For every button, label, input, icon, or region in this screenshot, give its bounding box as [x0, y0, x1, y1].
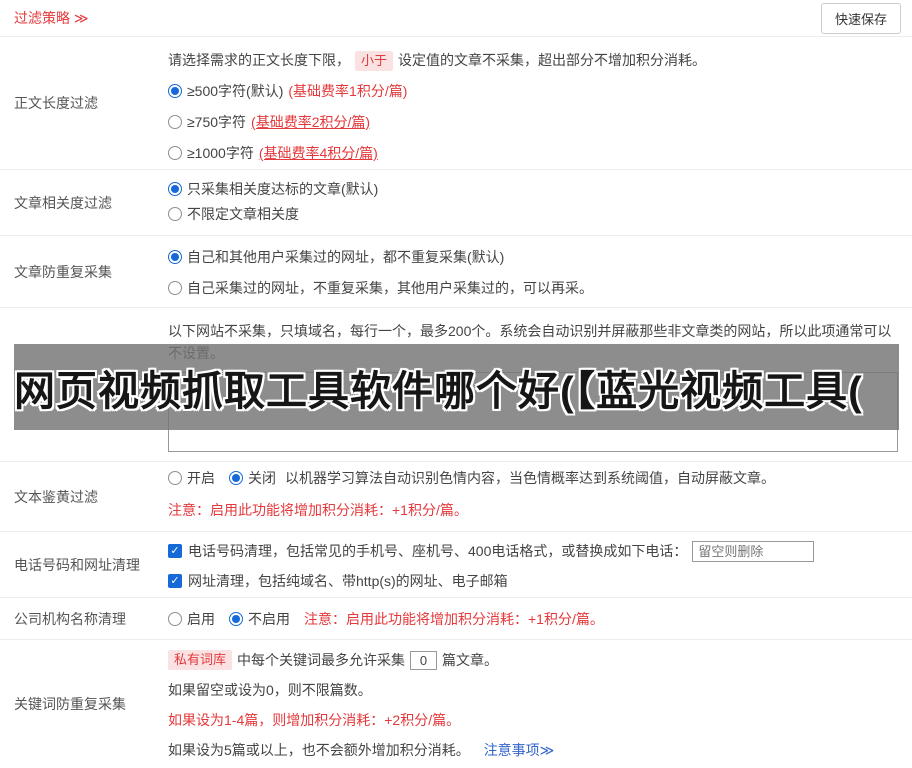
option-label: 自己和其他用户采集过的网址，都不重复采集(默认) — [187, 246, 504, 268]
dedup-option-global[interactable]: 自己和其他用户采集过的网址，都不重复采集(默认) — [168, 246, 898, 268]
length-filter-label: 正文长度过滤 — [0, 37, 168, 169]
less-than-chip: 小于 — [355, 51, 393, 71]
radio-icon — [168, 281, 182, 295]
keyword-dedup-note-1: 如果留空或设为0，则不限篇数。 — [168, 679, 898, 701]
length-option-750[interactable]: ≥750字符 (基础费率2积分/篇) — [168, 111, 898, 133]
watermark-text: 网页视频抓取工具软件哪个好(【蓝光视频工具( — [14, 357, 863, 417]
length-option-1000[interactable]: ≥1000字符 (基础费率4积分/篇) — [168, 142, 898, 164]
option-label: 启用 — [187, 608, 215, 630]
option-label: 不限定文章相关度 — [187, 203, 299, 225]
porn-filter-off-option[interactable]: 关闭 — [229, 467, 276, 489]
option-label: 自己采集过的网址，不重复采集，其他用户采集过的，可以再采。 — [187, 277, 593, 299]
radio-icon — [168, 471, 182, 485]
company-clean-off-option[interactable]: 不启用 — [229, 608, 290, 630]
page-header: 过滤策略 ≫ 快速保存 — [0, 0, 912, 37]
keyword-dedup-text-end: 篇文章。 — [442, 649, 498, 671]
option-note: (基础费率1积分/篇) — [288, 80, 407, 102]
keyword-dedup-label: 关键词防重复采集 — [0, 640, 168, 768]
option-label: ≥500字符(默认) — [187, 80, 283, 102]
radio-icon — [168, 146, 182, 160]
phone-clean-option[interactable]: 电话号码清理，包括常见的手机号、座机号、400电话格式，或替换成如下电话： — [168, 540, 898, 562]
option-label: ≥1000字符 — [187, 142, 254, 164]
porn-filter-description: 以机器学习算法自动识别色情内容，当色情概率达到系统阈值，自动屏蔽文章。 — [285, 467, 775, 489]
option-label: 不启用 — [248, 608, 290, 630]
keyword-dedup-text: 中每个关键词最多允许采集 — [237, 649, 405, 671]
row-porn-filter: 文本鉴黄过滤 开启 关闭 以机器学习算法自动识别色情内容，当色情概率达到系统阈值… — [0, 462, 912, 532]
length-filter-intro: 请选择需求的正文长度下限， 小于设定值的文章不采集，超出部分不增加积分消耗。 — [168, 49, 898, 71]
note-text: 如果设为5篇或以上，也不会额外增加积分消耗。 — [168, 742, 470, 758]
option-label: 电话号码清理，包括常见的手机号、座机号、400电话格式，或替换成如下电话： — [188, 540, 687, 562]
phone-url-clean-label: 电话号码和网址清理 — [0, 532, 168, 597]
relevance-option-strict[interactable]: 只采集相关度达标的文章(默认) — [168, 178, 898, 200]
row-keyword-dedup: 关键词防重复采集 私有词库 中每个关键词最多允许采集 篇文章。 如果留空或设为0… — [0, 640, 912, 768]
intro-text-before: 请选择需求的正文长度下限， — [168, 52, 350, 68]
keyword-dedup-note-3: 如果设为5篇或以上，也不会额外增加积分消耗。 注意事项≫ — [168, 739, 898, 761]
watermark-overlay: 网页视频抓取工具软件哪个好(【蓝光视频工具( — [14, 344, 899, 430]
company-clean-label: 公司机构名称清理 — [0, 598, 168, 639]
radio-icon — [168, 115, 182, 129]
length-option-500[interactable]: ≥500字符(默认) (基础费率1积分/篇) — [168, 80, 898, 102]
row-dedup-filter: 文章防重复采集 自己和其他用户采集过的网址，都不重复采集(默认) 自己采集过的网… — [0, 236, 912, 308]
option-label: 开启 — [187, 467, 215, 489]
keyword-dedup-note-2: 如果设为1-4篇，则增加积分消耗：+2积分/篇。 — [168, 709, 898, 731]
intro-text-after: 设定值的文章不采集，超出部分不增加积分消耗。 — [398, 52, 706, 68]
notice-link[interactable]: 注意事项≫ — [484, 742, 555, 758]
dedup-filter-label: 文章防重复采集 — [0, 236, 168, 307]
option-label: 网址清理，包括纯域名、带http(s)的网址、电子邮箱 — [188, 570, 508, 592]
porn-filter-label: 文本鉴黄过滤 — [0, 462, 168, 531]
radio-icon — [229, 612, 243, 626]
row-company-clean: 公司机构名称清理 启用 不启用 注意：启用此功能将增加积分消耗：+1积分/篇。 — [0, 598, 912, 640]
radio-icon — [168, 182, 182, 196]
quick-save-button[interactable]: 快速保存 — [821, 3, 901, 34]
radio-icon — [168, 84, 182, 98]
dedup-option-self[interactable]: 自己采集过的网址，不重复采集，其他用户采集过的，可以再采。 — [168, 277, 898, 299]
option-label: 关闭 — [248, 467, 276, 489]
relevance-filter-label: 文章相关度过滤 — [0, 170, 168, 235]
url-clean-option[interactable]: 网址清理，包括纯域名、带http(s)的网址、电子邮箱 — [168, 570, 898, 592]
row-phone-url-clean: 电话号码和网址清理 电话号码清理，包括常见的手机号、座机号、400电话格式，或替… — [0, 532, 912, 598]
radio-icon — [168, 612, 182, 626]
porn-filter-on-option[interactable]: 开启 — [168, 467, 215, 489]
page-title[interactable]: 过滤策略 ≫ — [14, 8, 89, 28]
radio-icon — [229, 471, 243, 485]
checkbox-checked-icon — [168, 574, 182, 588]
option-label: 只采集相关度达标的文章(默认) — [187, 178, 378, 200]
private-lexicon-chip: 私有词库 — [168, 650, 232, 670]
relevance-option-any[interactable]: 不限定文章相关度 — [168, 203, 898, 225]
company-clean-warning: 注意：启用此功能将增加积分消耗：+1积分/篇。 — [304, 608, 604, 630]
option-note: (基础费率2积分/篇) — [251, 111, 370, 133]
row-relevance-filter: 文章相关度过滤 只采集相关度达标的文章(默认) 不限定文章相关度 — [0, 170, 912, 236]
option-note: (基础费率4积分/篇) — [259, 142, 378, 164]
phone-replace-input[interactable] — [692, 541, 814, 562]
company-clean-on-option[interactable]: 启用 — [168, 608, 215, 630]
radio-icon — [168, 207, 182, 221]
radio-icon — [168, 250, 182, 264]
keyword-count-input[interactable] — [410, 651, 437, 670]
row-length-filter: 正文长度过滤 请选择需求的正文长度下限， 小于设定值的文章不采集，超出部分不增加积… — [0, 37, 912, 170]
checkbox-checked-icon — [168, 544, 182, 558]
porn-filter-warning: 注意：启用此功能将增加积分消耗：+1积分/篇。 — [168, 499, 898, 521]
option-label: ≥750字符 — [187, 111, 246, 133]
